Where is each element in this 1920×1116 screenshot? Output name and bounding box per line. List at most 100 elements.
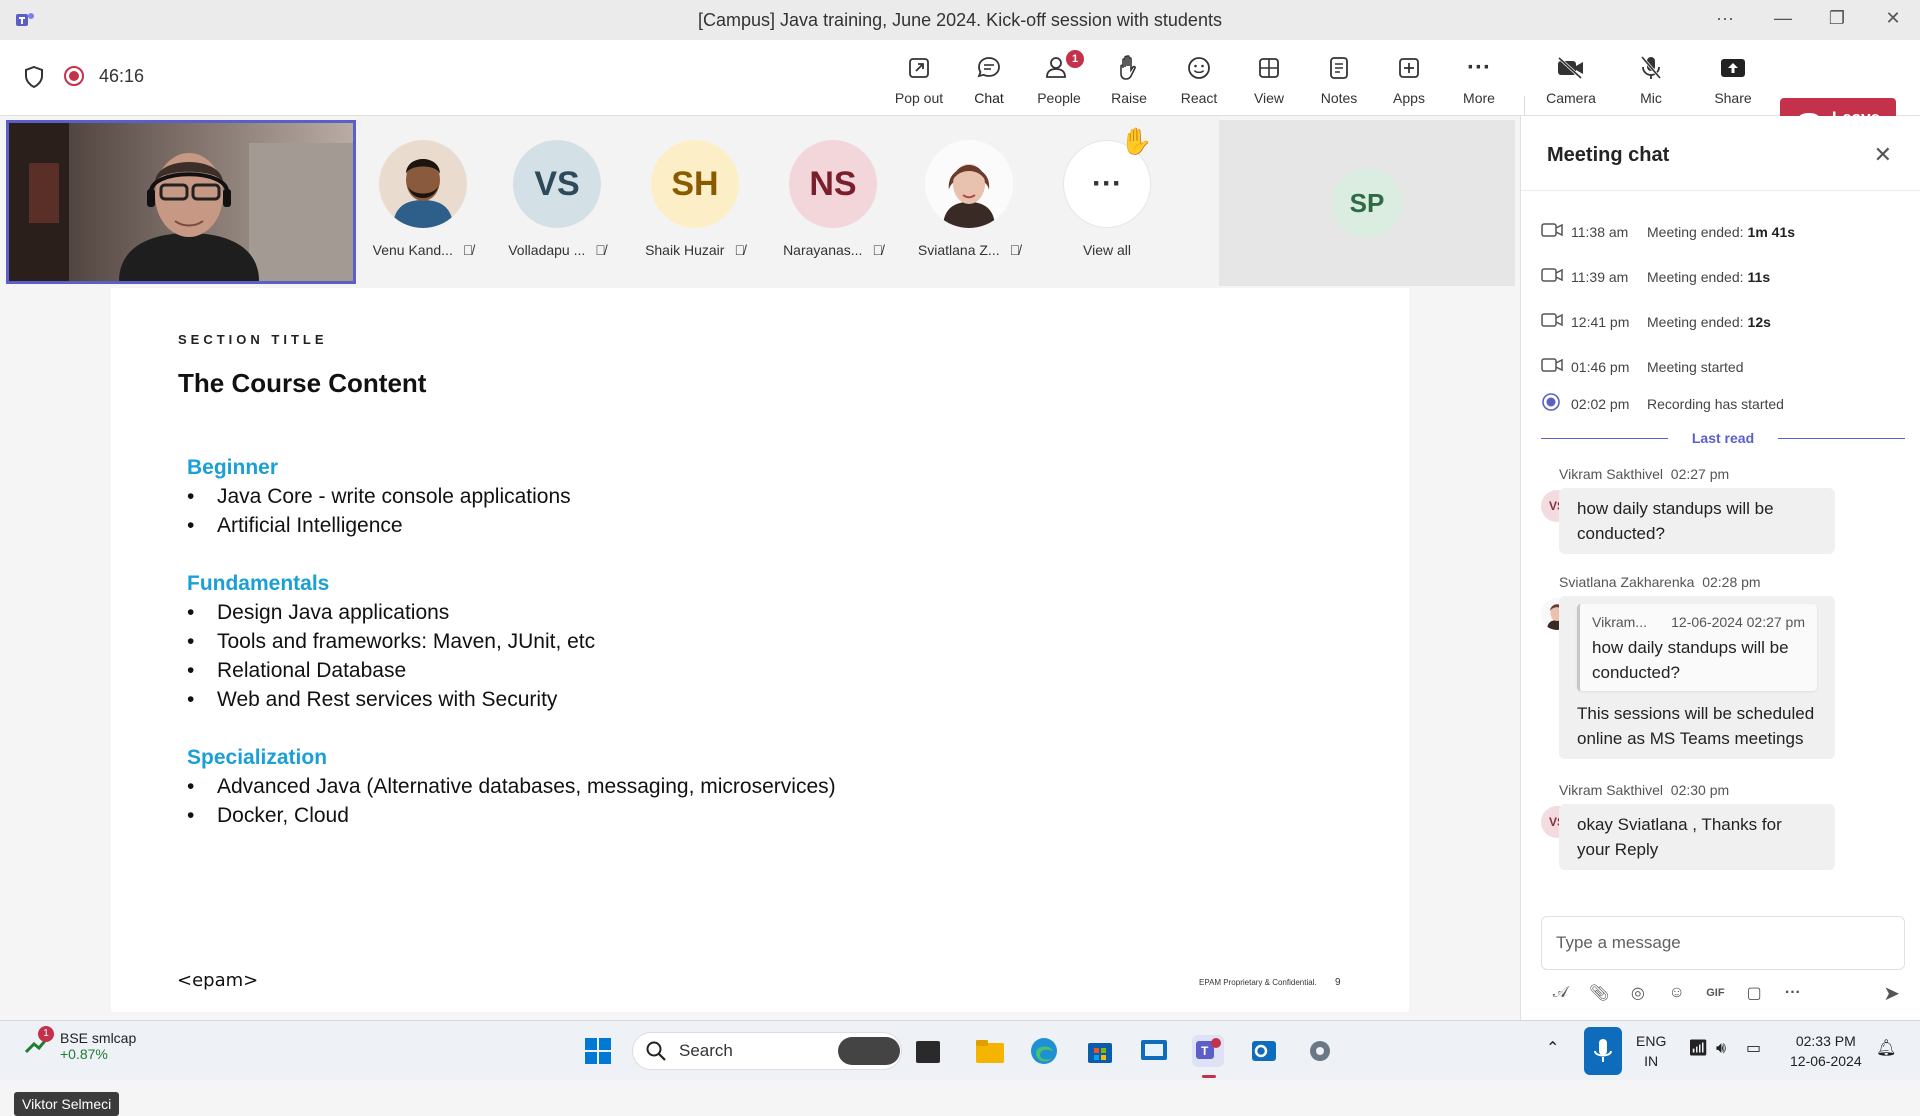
- react-button[interactable]: React: [1166, 52, 1232, 106]
- notes-button[interactable]: Notes: [1306, 52, 1372, 106]
- stock-change: +0.87%: [60, 1046, 108, 1062]
- loop-icon[interactable]: ◎: [1619, 983, 1658, 1003]
- sticker-icon[interactable]: ▢: [1735, 983, 1774, 1003]
- stock-widget[interactable]: 1 BSE smlcap +0.87%: [24, 1026, 136, 1062]
- people-label: People: [1037, 90, 1081, 106]
- restore-icon[interactable]: ❐: [1822, 8, 1852, 29]
- close-chat-icon[interactable]: ✕: [1874, 142, 1892, 168]
- slide-bullet: • Java Core - write console applications: [187, 485, 571, 508]
- message-time: 02:28 pm: [1702, 574, 1761, 590]
- share-button[interactable]: Share: [1700, 52, 1766, 106]
- search-highlight-icon[interactable]: [838, 1037, 900, 1065]
- share-screen-icon: [1721, 59, 1745, 77]
- emoji-icon[interactable]: ☺: [1657, 984, 1696, 1002]
- more-button[interactable]: ··· More: [1446, 52, 1512, 106]
- clock[interactable]: 02:33 PM 12-06-2024: [1790, 1031, 1862, 1071]
- settings-gear-icon[interactable]: [1304, 1035, 1336, 1067]
- participant-avatar: [925, 140, 1013, 228]
- participant-avatar: NS: [789, 140, 877, 228]
- pop-out-label: Pop out: [894, 90, 944, 106]
- smiley-icon: [1188, 57, 1210, 79]
- shield-icon[interactable]: [24, 66, 44, 88]
- apps-button[interactable]: Apps: [1376, 52, 1442, 106]
- notification-bell-icon[interactable]: 🔔︎: [1876, 1039, 1896, 1059]
- slide-group-heading: Beginner: [187, 456, 279, 479]
- participant-tile[interactable]: VS Volladapu ... 🎙̸: [492, 140, 622, 258]
- task-view-icon[interactable]: [916, 1041, 940, 1063]
- send-icon[interactable]: ➤: [1872, 981, 1911, 1006]
- participant-tile[interactable]: SH Shaik Huzair 🎙̸: [630, 140, 760, 258]
- message-bubble[interactable]: Vikram... 12-06-2024 02:27 pm how daily s…: [1559, 596, 1835, 759]
- message-text: how daily standups will be conducted?: [1577, 499, 1774, 543]
- view-all-tile[interactable]: ✋ ··· View all: [1042, 126, 1172, 258]
- message-bubble[interactable]: how daily standups will be conducted?: [1559, 488, 1835, 554]
- outlook-new-icon[interactable]: [1248, 1035, 1280, 1067]
- slide-bullet-text: Web and Rest services with Security: [217, 688, 558, 711]
- slide-group-heading: Fundamentals: [187, 572, 330, 595]
- file-explorer-icon[interactable]: [974, 1035, 1006, 1067]
- message-bubble[interactable]: okay Sviatlana , Thanks for your Reply: [1559, 804, 1835, 870]
- notes-label: Notes: [1320, 90, 1358, 106]
- windows-start-icon[interactable]: [582, 1035, 614, 1067]
- participant-name: Narayanas...: [783, 242, 863, 258]
- participant-photo: [925, 140, 1013, 228]
- minimize-icon[interactable]: —: [1768, 8, 1798, 29]
- camera-button[interactable]: Camera: [1538, 52, 1604, 106]
- slide-bullet: • Advanced Java (Alternative databases, m…: [187, 775, 836, 798]
- microphone-active-icon[interactable]: [1584, 1027, 1622, 1075]
- quoted-message[interactable]: Vikram... 12-06-2024 02:27 pm how daily s…: [1577, 604, 1817, 691]
- message-text: okay Sviatlana , Thanks for your Reply: [1577, 815, 1782, 859]
- mic-button[interactable]: Mic: [1618, 52, 1684, 106]
- muted-mic-icon: 🎙̸: [872, 242, 883, 258]
- format-icon[interactable]: 𝒜: [1541, 984, 1580, 1002]
- event-time: 02:02 pm: [1571, 395, 1630, 412]
- event-text: Meeting ended:: [1647, 268, 1744, 285]
- edge-browser-icon[interactable]: [1028, 1035, 1060, 1067]
- chat-panel-title: Meeting chat: [1547, 144, 1670, 166]
- view-button[interactable]: View: [1236, 52, 1302, 106]
- message-input[interactable]: Type a message: [1541, 916, 1905, 970]
- pop-out-button[interactable]: Pop out: [886, 52, 952, 106]
- participant-avatar: VS: [513, 140, 601, 228]
- apps-plus-icon: [1399, 58, 1419, 78]
- language-indicator[interactable]: ENG IN: [1636, 1031, 1666, 1071]
- chat-system-event: 01:46 pm Meeting started: [1541, 357, 1744, 376]
- participant-avatar: SH: [651, 140, 739, 228]
- gif-icon[interactable]: GIF: [1696, 987, 1735, 999]
- volume-icon[interactable]: 🔊︎: [1716, 1039, 1726, 1059]
- close-window-icon[interactable]: ✕: [1878, 8, 1908, 29]
- event-text: Meeting ended:: [1647, 313, 1744, 330]
- attach-icon[interactable]: 📎︎: [1580, 983, 1619, 1003]
- chat-button[interactable]: Chat: [956, 52, 1022, 106]
- slide-group-heading: Specialization: [187, 746, 328, 769]
- stock-badge: 1: [38, 1026, 54, 1042]
- presenter-video-tile[interactable]: [6, 120, 356, 284]
- camera-icon: [1541, 223, 1563, 237]
- message-meta: Vikram Sakthivel 02:30 pm: [1559, 782, 1729, 798]
- participant-tile[interactable]: Venu Kand... 🎙̸: [358, 140, 488, 258]
- people-count-badge: 1: [1066, 50, 1084, 68]
- more-options-icon[interactable]: ···: [1774, 984, 1813, 1002]
- slide-bullet: • Artificial Intelligence: [187, 514, 403, 537]
- participant-tile[interactable]: NS Narayanas... 🎙̸: [768, 140, 898, 258]
- camera-icon: [1541, 268, 1563, 282]
- remote-desktop-icon[interactable]: [1138, 1035, 1170, 1067]
- meeting-stage: Venu Kand... 🎙̸ VS Volladapu ... 🎙̸ SH Sha…: [0, 116, 1520, 1116]
- muted-mic-icon: 🎙̸: [462, 242, 474, 258]
- region-code: IN: [1644, 1053, 1659, 1069]
- view-all-label: View all: [1083, 242, 1131, 258]
- teams-new-icon[interactable]: T: [1192, 1035, 1224, 1067]
- participants-strip: Venu Kand... 🎙̸ VS Volladapu ... 🎙̸ SH Sha…: [356, 116, 1220, 288]
- slide-bullet: • Docker, Cloud: [187, 804, 349, 827]
- participant-tile[interactable]: Sviatlana Z... 🎙̸: [904, 140, 1034, 258]
- wifi-icon[interactable]: 📶︎: [1688, 1039, 1708, 1059]
- camera-off-icon: [1557, 56, 1583, 80]
- raise-hand-button[interactable]: Raise: [1096, 52, 1162, 106]
- microsoft-store-icon[interactable]: [1084, 1035, 1116, 1067]
- window-more-icon[interactable]: ···: [1710, 8, 1740, 29]
- language-code: ENG: [1636, 1033, 1667, 1049]
- slide-bullet: • Relational Database: [187, 659, 407, 682]
- battery-icon[interactable]: ▭: [1746, 1039, 1761, 1059]
- participant-tile-large[interactable]: SP: [1219, 120, 1515, 286]
- show-hidden-icons-chevron-icon[interactable]: ⌃: [1546, 1039, 1559, 1059]
